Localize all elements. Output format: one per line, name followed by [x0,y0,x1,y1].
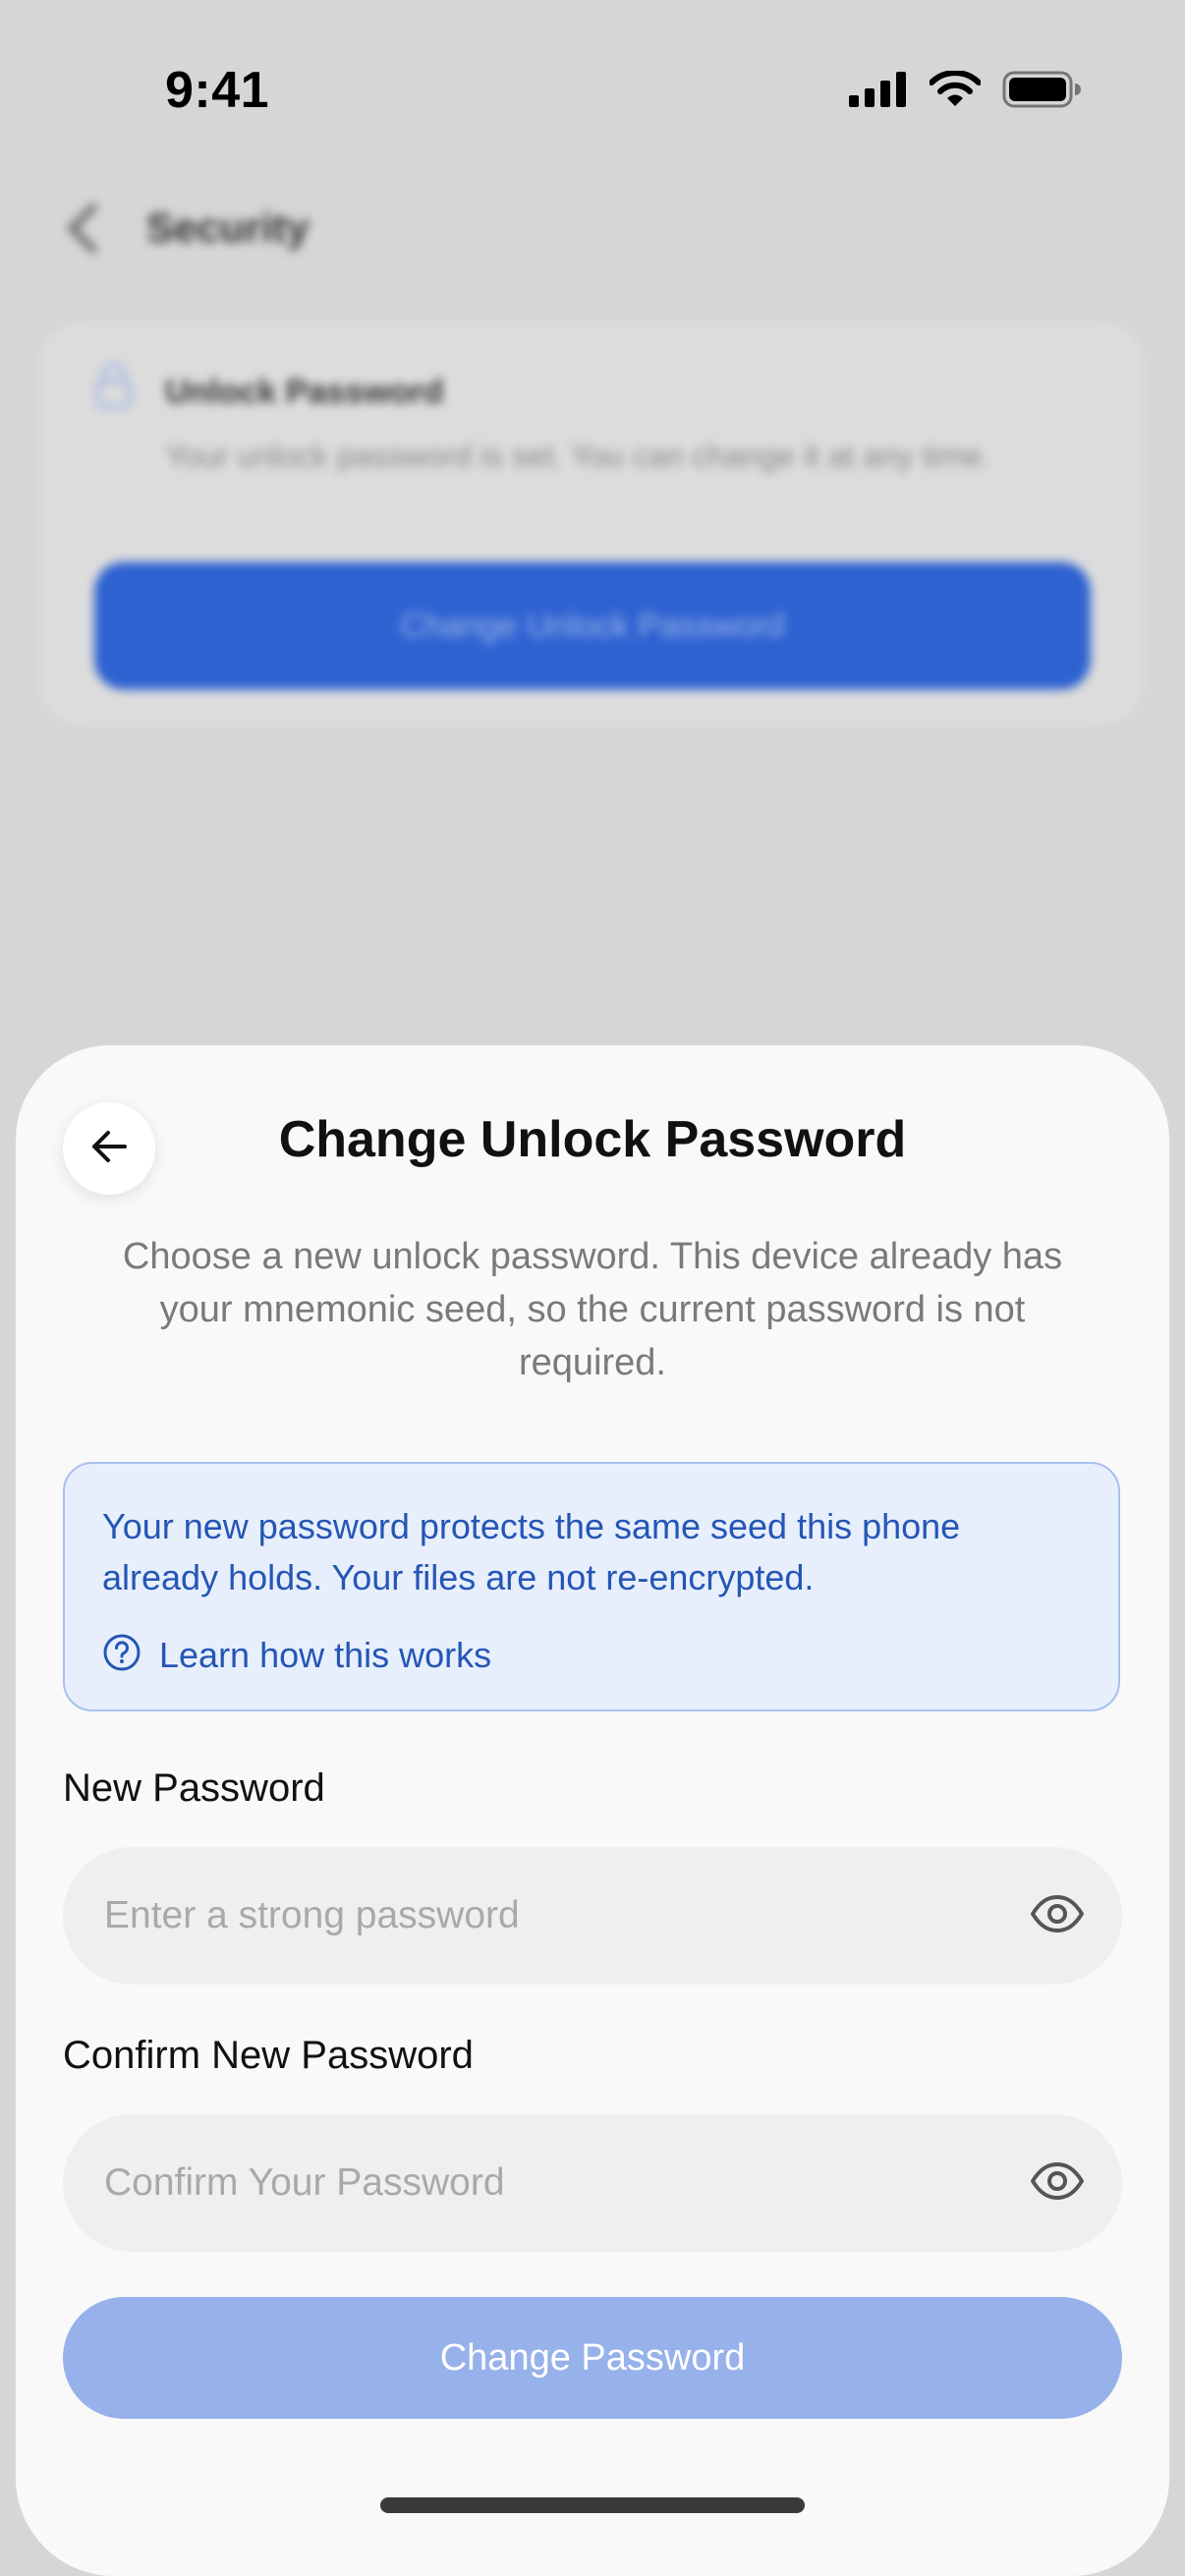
eye-icon [1030,1894,1085,1938]
lock-icon [94,362,134,409]
toggle-confirm-password-visibility-button[interactable] [1028,2154,1087,2212]
status-icons [849,70,1081,113]
new-password-input[interactable] [104,1847,988,1985]
learn-more-link[interactable]: Learn how this works [102,1633,491,1677]
status-bar: 9:41 [0,0,1185,196]
battery-icon [1002,71,1081,113]
status-time: 9:41 [165,62,270,119]
background-nav-bar: Security [61,201,310,254]
home-indicator [380,2497,805,2513]
screen: Security Unlock Password Your unlock pas… [0,0,1185,2576]
confirm-password-field-container [63,2114,1122,2252]
new-password-label: New Password [63,1766,325,1810]
info-callout: Your new password protects the same seed… [63,1462,1120,1711]
background-card-title: Unlock Password [165,373,444,411]
question-circle-icon [102,1633,141,1677]
confirm-password-label: Confirm New Password [63,2034,474,2077]
new-password-field-container [63,1847,1122,1985]
background-security-card: Unlock Password Your unlock password is … [39,322,1144,725]
cellular-signal-icon [849,72,908,112]
learn-more-label: Learn how this works [159,1634,492,1675]
change-password-button[interactable]: Change Password [63,2297,1122,2419]
change-password-sheet: Change Unlock Password Choose a new unlo… [16,1045,1169,2576]
toggle-new-password-visibility-button[interactable] [1028,1886,1087,1945]
sheet-subtitle: Choose a new unlock password. This devic… [122,1236,1063,1383]
chevron-left-icon [67,201,119,254]
eye-icon [1030,2161,1085,2206]
sheet-title: Change Unlock Password [278,1111,907,1168]
info-text: Your new password protects the same seed… [102,1506,961,1597]
background-nav-title: Security [146,204,310,251]
change-unlock-password-button: Change Unlock Password [94,562,1091,690]
background-card-description: Your unlock password is set. You can cha… [165,438,991,474]
wifi-icon [929,70,982,113]
confirm-password-input[interactable] [104,2114,988,2252]
